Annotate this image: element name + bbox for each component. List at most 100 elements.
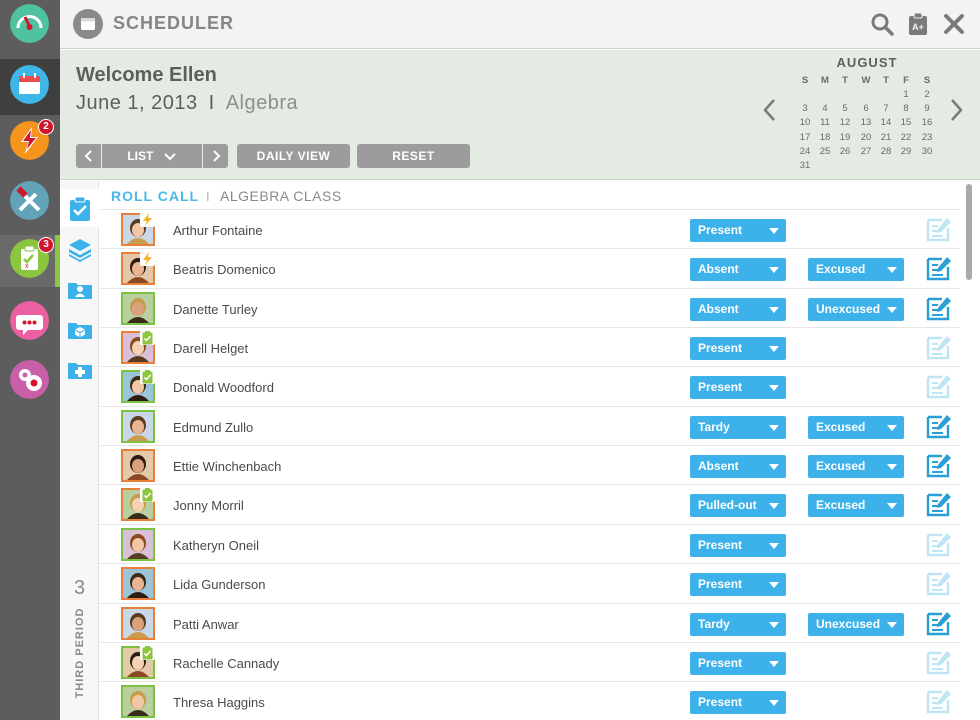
grade-clipboard-icon[interactable]: A+ — [906, 12, 930, 36]
edit-note-icon[interactable] — [926, 255, 952, 281]
student-row: Beatris Domenico Absent Excused — [100, 248, 960, 287]
edit-note-icon[interactable] — [926, 610, 952, 636]
daily-view-button[interactable]: DAILY VIEW — [237, 144, 350, 168]
sidebar-item-0[interactable] — [0, 0, 60, 52]
list-next-button[interactable] — [202, 144, 228, 168]
reason-value: Unexcused — [816, 301, 881, 316]
student-avatar[interactable] — [121, 606, 155, 640]
search-icon[interactable] — [870, 12, 894, 36]
list-prev-button[interactable] — [76, 144, 102, 168]
calendar-day[interactable]: 4 — [815, 103, 835, 114]
student-row: Katheryn Oneil Present — [100, 523, 960, 563]
calendar-day[interactable]: 24 — [795, 146, 815, 157]
list-dropdown[interactable]: LIST — [102, 144, 202, 168]
attendance-status-select[interactable]: Present — [690, 533, 786, 557]
close-icon[interactable] — [942, 12, 966, 36]
student-avatar[interactable] — [121, 685, 155, 719]
calendar-day[interactable]: 14 — [876, 117, 896, 128]
tab-assignments[interactable] — [60, 229, 99, 267]
sidebar-item-2[interactable]: 2 — [0, 117, 60, 169]
attendance-status-select[interactable]: Present — [690, 337, 786, 361]
attendance-status-select[interactable]: Present — [690, 691, 786, 715]
attendance-status-select[interactable]: Present — [690, 573, 786, 597]
calendar-day[interactable]: 1 — [896, 89, 916, 100]
reset-button[interactable]: RESET — [357, 144, 470, 168]
calendar-day[interactable]: 5 — [835, 103, 855, 114]
attendance-status-select[interactable]: Tardy — [690, 415, 786, 439]
absence-reason-select[interactable]: Excused — [808, 415, 904, 439]
tab-roll-call[interactable] — [60, 189, 99, 227]
calendar-day[interactable]: 15 — [896, 117, 916, 128]
calendar-day[interactable]: 31 — [795, 160, 815, 171]
sidebar-item-6[interactable] — [0, 356, 60, 408]
attendance-status-select[interactable]: Absent — [690, 297, 786, 321]
edit-note-icon[interactable] — [926, 688, 952, 714]
calendar-day[interactable]: 25 — [815, 146, 835, 157]
student-avatar[interactable] — [121, 527, 155, 561]
calendar-weekday: T — [883, 75, 889, 86]
edit-note-icon[interactable] — [926, 334, 952, 360]
calendar-day[interactable]: 22 — [896, 132, 916, 143]
attendance-status-select[interactable]: Present — [690, 376, 786, 400]
calendar-day[interactable]: 23 — [917, 132, 937, 143]
calendar-day[interactable]: 11 — [815, 117, 835, 128]
calendar-day[interactable]: 17 — [795, 132, 815, 143]
sidebar-item-4[interactable]: x3 — [0, 235, 60, 287]
edit-note-icon[interactable] — [926, 413, 952, 439]
attendance-status-select[interactable]: Absent — [690, 258, 786, 282]
calendar-day[interactable]: 9 — [917, 103, 937, 114]
calendar-day[interactable]: 29 — [896, 146, 916, 157]
calendar-day[interactable]: 16 — [917, 117, 937, 128]
calendar-prev-icon[interactable] — [762, 98, 776, 122]
scrollbar[interactable] — [966, 184, 972, 280]
attendance-status-select[interactable]: Present — [690, 651, 786, 675]
calendar-day[interactable]: 27 — [856, 146, 876, 157]
calendar-day[interactable]: 10 — [795, 117, 815, 128]
attendance-status-select[interactable]: Pulled-out — [690, 494, 786, 518]
sidebar-item-1[interactable] — [0, 59, 60, 115]
absence-reason-select[interactable]: Excused — [808, 455, 904, 479]
edit-note-icon[interactable] — [926, 216, 952, 242]
edit-note-icon[interactable] — [926, 452, 952, 478]
absence-reason-select[interactable]: Unexcused — [808, 612, 904, 636]
tab-health[interactable] — [60, 349, 99, 387]
edit-note-icon[interactable] — [926, 649, 952, 675]
calendar-day[interactable]: 21 — [876, 132, 896, 143]
caret-down-icon — [887, 621, 897, 628]
calendar-day[interactable]: 19 — [835, 132, 855, 143]
edit-note-icon[interactable] — [926, 295, 952, 321]
calendar-day[interactable]: 26 — [835, 146, 855, 157]
student-avatar[interactable] — [121, 409, 155, 443]
sidebar-item-3[interactable] — [0, 177, 60, 229]
tab-resources[interactable] — [60, 309, 99, 347]
calendar-day[interactable]: 20 — [856, 132, 876, 143]
calendar-day[interactable]: 8 — [896, 103, 916, 114]
sidebar-item-5[interactable] — [0, 297, 60, 349]
calendar-day[interactable]: 28 — [876, 146, 896, 157]
calendar-day[interactable]: 13 — [856, 117, 876, 128]
calendar-day[interactable]: 6 — [856, 103, 876, 114]
edit-note-icon[interactable] — [926, 373, 952, 399]
attendance-status-select[interactable]: Tardy — [690, 612, 786, 636]
attendance-status-select[interactable]: Present — [690, 219, 786, 242]
edit-note-icon[interactable] — [926, 491, 952, 517]
calendar-next-icon[interactable] — [950, 98, 964, 122]
absence-reason-select[interactable]: Excused — [808, 258, 904, 282]
absence-reason-select[interactable]: Excused — [808, 494, 904, 518]
folder-person-icon — [68, 283, 92, 299]
absence-reason-select[interactable]: Unexcused — [808, 297, 904, 321]
calendar-day[interactable]: 2 — [917, 89, 937, 100]
tab-students[interactable] — [60, 269, 99, 307]
calendar-day[interactable]: 7 — [876, 103, 896, 114]
calendar-day[interactable]: 3 — [795, 103, 815, 114]
attendance-status-select[interactable]: Absent — [690, 455, 786, 479]
calendar-day[interactable]: 18 — [815, 132, 835, 143]
student-avatar[interactable] — [121, 291, 155, 325]
caret-down-icon — [887, 306, 897, 313]
edit-note-icon[interactable] — [926, 570, 952, 596]
student-avatar[interactable] — [121, 567, 155, 601]
student-avatar[interactable] — [121, 449, 155, 483]
edit-note-icon[interactable] — [926, 531, 952, 557]
calendar-day[interactable]: 12 — [835, 117, 855, 128]
calendar-day[interactable]: 30 — [917, 146, 937, 157]
